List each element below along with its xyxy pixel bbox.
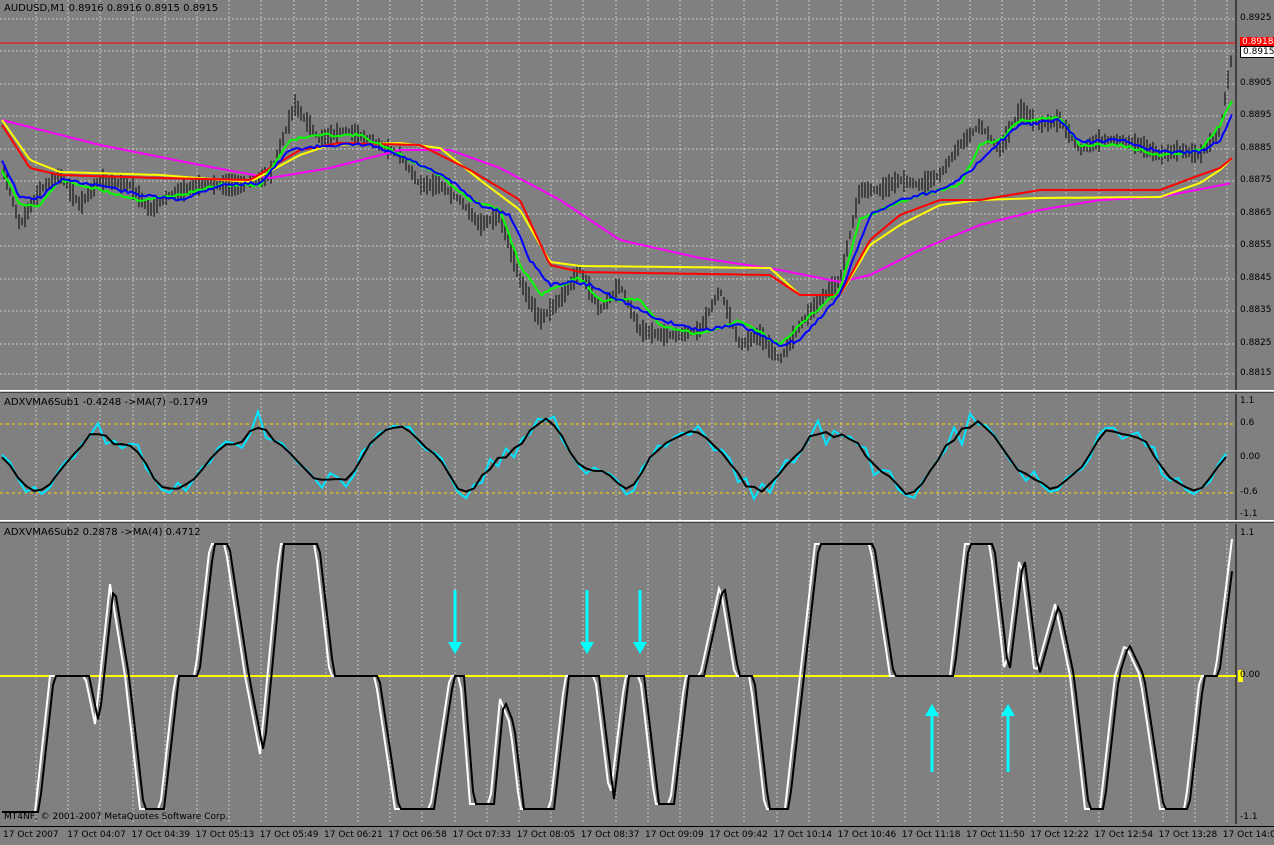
time-axis-label: 17 Oct 09:42	[709, 830, 768, 840]
time-axis-label: 17 Oct 11:18	[901, 830, 961, 840]
time-axis-label: 17 Oct 12:54	[1094, 830, 1154, 840]
time-axis-label: 17 Oct 13:28	[1158, 830, 1218, 840]
price-axis-label: 0.8925	[1240, 13, 1272, 23]
indicator1-pane[interactable]: ADXVMA6Sub1 -0.4248 ->MA(7) -0.1749 1.1 0…	[0, 394, 1274, 520]
time-axis-label: 17 Oct 04:07	[67, 830, 126, 840]
time-axis-label: 17 Oct 08:05	[516, 830, 576, 840]
time-axis-label: 17 Oct 11:50	[966, 830, 1025, 840]
price-chart	[0, 0, 1237, 390]
indicator1-title: ADXVMA6Sub1 -0.4248 ->MA(7) -0.1749	[4, 397, 208, 408]
price-axis-label: 0.8835	[1240, 305, 1272, 315]
arrow-down-icon	[580, 642, 594, 654]
indicator1-axis-label: 1.1	[1240, 396, 1255, 406]
price-axis-label: 0.8845	[1240, 273, 1272, 283]
time-axis-label: 17 Oct 08:37	[580, 830, 640, 840]
price-axis-label: 0.8865	[1240, 208, 1272, 218]
price-axis-label: 0.8875	[1240, 175, 1272, 185]
time-axis-label: 17 Oct 04:39	[131, 830, 191, 840]
price-chart-title: AUDUSD,M1 0.8916 0.8916 0.8915 0.8915	[4, 3, 219, 14]
copyright-text: MT4NF, © 2001-2007 MetaQuotes Software C…	[4, 812, 229, 822]
price-axis-label: 0.8825	[1240, 338, 1272, 348]
time-axis-label: 17 Oct 05:49	[259, 830, 319, 840]
arrow-up-icon	[925, 704, 939, 716]
indicator1-axis-label: 0.6	[1240, 418, 1255, 428]
indicator1-line	[1, 408, 1227, 502]
time-axis-label: 17 Oct 2007	[3, 830, 59, 840]
arrow-down-icon	[633, 642, 647, 654]
indicator2-chart	[0, 524, 1243, 824]
indicator1-chart	[0, 394, 1237, 520]
price-axis-label: 0.8895	[1240, 110, 1272, 120]
indicator2-pane[interactable]: ADXVMA6Sub2 0.2878 ->MA(4) 0.4712 1.1 0.0…	[0, 524, 1274, 824]
time-axis: 17 Oct 2007 17 Oct 04:07 17 Oct 04:39 17 Oc…	[0, 826, 1274, 845]
indicator2-axis-label: -1.1	[1240, 812, 1258, 822]
pane-separator[interactable]	[0, 390, 1274, 393]
time-axis-label: 17 Oct 05:13	[195, 830, 255, 840]
indicator1-axis-label: -1.1	[1240, 509, 1258, 519]
time-axis-label: 17 Oct 10:14	[773, 830, 833, 840]
time-axis-label: 17 Oct 06:58	[388, 830, 447, 840]
indicator1-ma-line	[1, 417, 1227, 496]
ma-red-line	[1, 124, 1233, 296]
pane-separator[interactable]	[0, 520, 1274, 523]
time-axis-label: 17 Oct 06:21	[324, 830, 383, 840]
arrow-up-icon	[1001, 704, 1015, 716]
price-axis-label: 0.8855	[1240, 240, 1272, 250]
arrow-down-icon	[448, 642, 462, 654]
price-axis-label: 0.8885	[1240, 143, 1272, 153]
time-axis-label: 17 Oct 07:33	[452, 830, 512, 840]
indicator2-title: ADXVMA6Sub2 0.2878 ->MA(4) 0.4712	[4, 527, 201, 538]
time-axis-label: 17 Oct 12:22	[1030, 830, 1089, 840]
indicator1-axis-label: -0.6	[1240, 487, 1258, 497]
price-axis-label: 0.8815	[1240, 368, 1272, 378]
ma-yellow-line	[1, 119, 1233, 296]
time-axis-label: 17 Oct 14:05	[1222, 830, 1274, 840]
indicator2-axis-label: 1.1	[1240, 528, 1255, 538]
time-axis-label: 17 Oct 10:46	[837, 830, 897, 840]
indicator2-ma-line	[2, 543, 1233, 813]
indicator2-axis-label: 0.00	[1240, 670, 1261, 680]
time-axis-label: 17 Oct 09:09	[645, 830, 704, 840]
price-axis-label: 0.8905	[1240, 78, 1272, 88]
price-current-tag: 0.8915	[1240, 46, 1274, 58]
ma-green-line	[1, 100, 1233, 347]
price-chart-pane[interactable]: AUDUSD,M1 0.8916 0.8916 0.8915 0.8915 0.…	[0, 0, 1274, 390]
indicator1-axis-label: 0.00	[1240, 452, 1261, 462]
